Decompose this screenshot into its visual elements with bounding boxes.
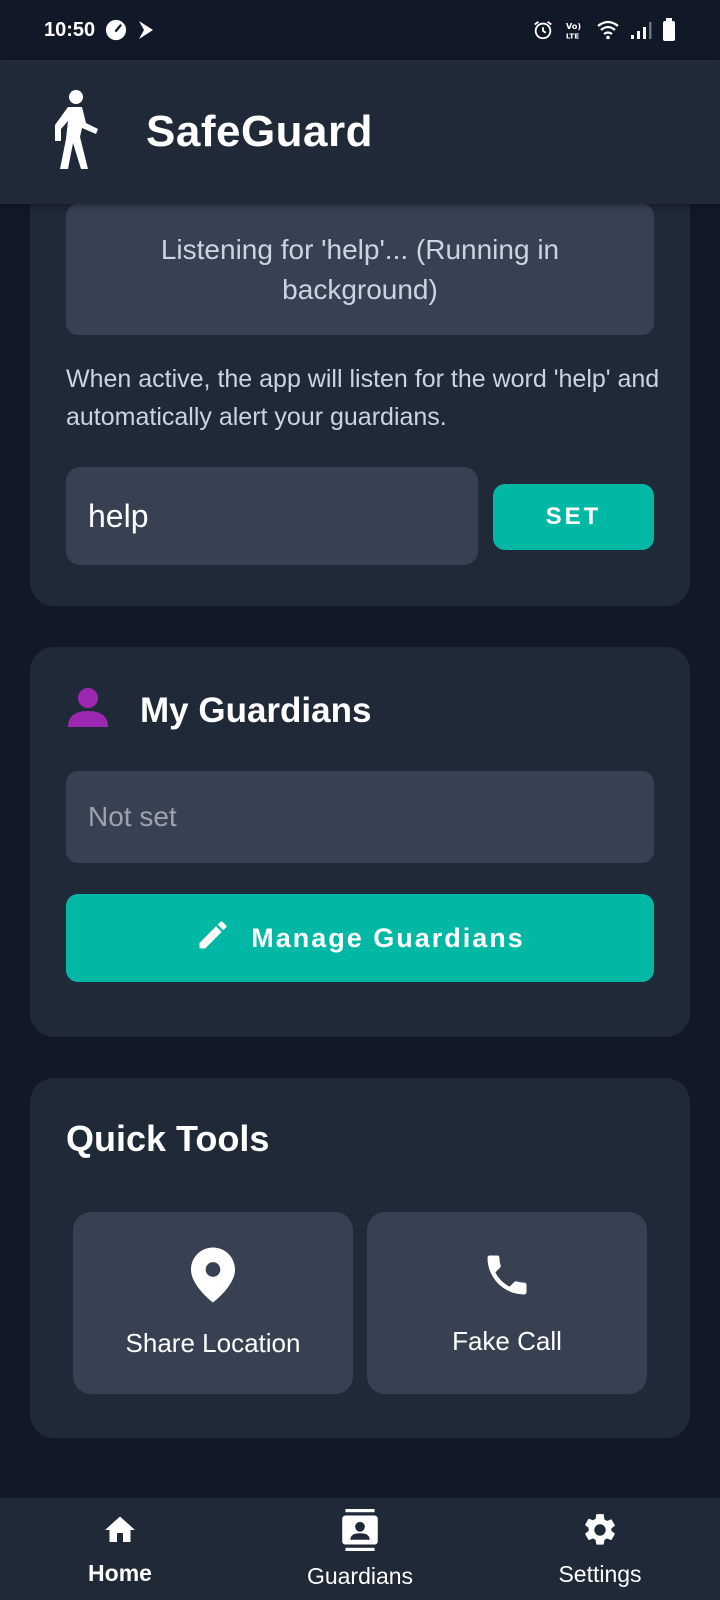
guardian-field: Not set [66, 771, 654, 863]
gear-icon [581, 1511, 619, 1555]
set-keyword-button[interactable]: SET [493, 484, 654, 550]
svg-text:LTE: LTE [566, 31, 579, 40]
home-icon [101, 1512, 139, 1554]
nav-item-settings[interactable]: Settings [500, 1498, 700, 1600]
nav-guardians-label: Guardians [306, 1562, 414, 1589]
manage-guardians-button[interactable]: Manage Guardians [66, 894, 654, 982]
listening-status: Listening for 'help'... (Running in back… [66, 204, 654, 335]
status-bar: 10:50 Vo) LTE [0, 0, 720, 60]
keyword-input[interactable]: help [66, 467, 478, 565]
fake-call-label: Fake Call [452, 1326, 562, 1356]
speedometer-icon [105, 19, 127, 41]
alarm-icon [532, 19, 554, 41]
nav-settings-label: Settings [558, 1560, 642, 1587]
guardians-card: My Guardians Not set Manage Guardians [30, 647, 690, 1037]
pencil-icon [195, 917, 231, 960]
app-bar: SafeGuard [0, 60, 720, 204]
wifi-icon [596, 20, 620, 40]
share-location-button[interactable]: Share Location [73, 1212, 353, 1394]
nav-home-label: Home [88, 1559, 152, 1586]
bottom-nav: Home Guardians Settings [0, 1498, 720, 1600]
share-location-label: Share Location [125, 1328, 301, 1358]
nav-item-guardians[interactable]: Guardians [260, 1498, 460, 1600]
status-bar-left: 10:50 [44, 19, 155, 42]
signal-icon [630, 20, 652, 40]
main-content[interactable]: Listening for 'help'... (Running in back… [0, 204, 720, 1498]
manage-guardians-label: Manage Guardians [251, 922, 525, 953]
play-arrow-icon [137, 19, 155, 41]
location-pin-icon [191, 1247, 235, 1310]
nav-item-home[interactable]: Home [20, 1498, 220, 1600]
voice-activation-card: Listening for 'help'... (Running in back… [30, 204, 690, 606]
guardians-title: My Guardians [140, 690, 372, 730]
voice-description: When active, the app will listen for the… [66, 365, 660, 431]
svg-text:Vo): Vo) [566, 21, 582, 31]
battery-icon [662, 18, 676, 42]
guardians-card-header: My Guardians [66, 687, 371, 734]
person-walking-icon [46, 89, 102, 176]
quick-tools-card: Quick Tools Share Location Fake Call [30, 1078, 690, 1438]
status-bar-right: Vo) LTE [532, 18, 676, 42]
quick-tools-title: Quick Tools [66, 1118, 270, 1159]
app-title: SafeGuard [146, 107, 374, 156]
volte-icon: Vo) LTE [564, 19, 586, 41]
status-time: 10:50 [44, 18, 96, 41]
person-icon [66, 687, 110, 734]
phone-icon [481, 1249, 533, 1308]
fake-call-button[interactable]: Fake Call [367, 1212, 647, 1394]
contacts-icon [340, 1508, 380, 1557]
